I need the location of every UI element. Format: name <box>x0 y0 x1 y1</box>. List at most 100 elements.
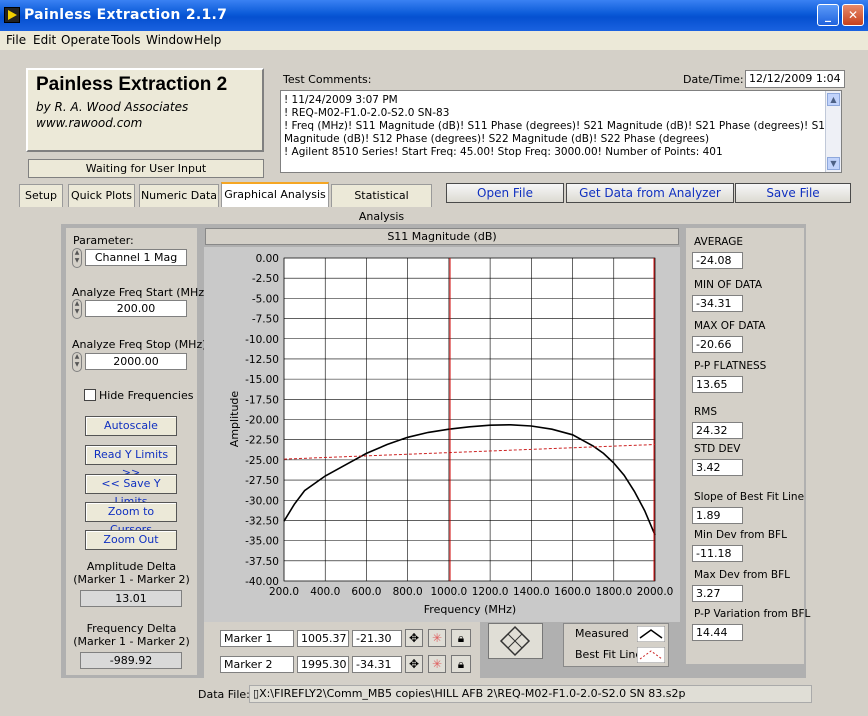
amplitude-delta-label: Amplitude Delta <box>86 560 177 573</box>
stat-label: AVERAGE <box>694 236 743 248</box>
x-tick-label: 1200.0 <box>472 586 509 598</box>
scroll-down-icon[interactable]: ▼ <box>827 157 840 170</box>
logo-author: by R. A. Wood Associates <box>36 100 189 114</box>
stop-freq-spinner-icon[interactable]: ▲ ▼ <box>72 352 82 372</box>
chart-title: S11 Magnitude (dB) <box>205 228 679 245</box>
stat-value: 3.27 <box>692 585 743 602</box>
app-icon <box>4 7 20 23</box>
legend-bestfit-label: Best Fit Line <box>575 648 643 661</box>
tab-setup[interactable]: Setup <box>19 184 63 207</box>
stat-value: 1.89 <box>692 507 743 524</box>
stat-label: Slope of Best Fit Line <box>694 491 805 503</box>
stop-freq-input[interactable]: 2000.00 <box>85 353 187 370</box>
amplitude-delta-sublabel: (Marker 1 - Marker 2) <box>73 573 190 586</box>
comment-line: ! 11/24/2009 3:07 PM <box>284 94 398 106</box>
y-axis-label: Amplitude <box>228 391 241 448</box>
hide-frequencies-label: Hide Frequencies <box>99 389 194 402</box>
scroll-up-icon[interactable]: ▲ <box>827 93 840 106</box>
comments-label: Test Comments: <box>283 73 372 86</box>
menu-help[interactable]: Help <box>194 33 221 47</box>
marker2-lock-icon[interactable]: 🔒︎ <box>451 655 471 673</box>
y-tick-label: -5.00 <box>252 293 279 305</box>
comments-scrollbar[interactable]: ▲ ▼ <box>825 91 841 172</box>
parameter-label: Parameter: <box>73 234 134 247</box>
frequency-delta-label: Frequency Delta <box>86 622 177 635</box>
chart[interactable]: 200.0 400.0 600.0 800.0 1000.0 1200.0 1400.0 16… <box>204 247 680 622</box>
marker2-amp: -34.31 <box>352 656 402 673</box>
start-freq-input[interactable]: 200.00 <box>85 300 187 317</box>
marker1-amp: -21.30 <box>352 630 402 647</box>
zoom-to-cursors-button[interactable]: Zoom to Cursors <box>85 502 177 536</box>
parameter-spinner-icon[interactable]: ▲ ▼ <box>72 248 82 268</box>
marker1-lock-icon[interactable]: 🔒︎ <box>451 629 471 647</box>
marker2-point-icon[interactable]: ✳ <box>428 655 446 673</box>
stat-value: 13.65 <box>692 376 743 393</box>
read-y-limits-button[interactable]: Read Y Limits >> <box>85 445 177 479</box>
hide-frequencies-checkbox[interactable] <box>84 389 96 401</box>
menu-operate[interactable]: Operate <box>61 33 110 47</box>
stat-value: -34.31 <box>692 295 743 312</box>
save-y-limits-button[interactable]: << Save Y Limits <box>85 474 177 508</box>
parameter-select[interactable]: Channel 1 Mag <box>85 249 187 266</box>
open-file-button[interactable]: Open File <box>446 183 564 203</box>
y-tick-label: -37.50 <box>245 556 279 568</box>
menu-tools[interactable]: Tools <box>111 33 141 47</box>
y-tick-label: -35.00 <box>245 536 279 548</box>
start-freq-spinner-icon[interactable]: ▲ ▼ <box>72 299 82 319</box>
stat-label: Min Dev from BFL <box>694 529 787 541</box>
tab-statistical-analysis[interactable]: Statistical Analysis <box>331 184 432 223</box>
y-tick-label: -7.50 <box>252 314 279 326</box>
stat-label: Max Dev from BFL <box>694 569 791 581</box>
y-tick-label: -20.00 <box>245 415 279 427</box>
y-tick-label: -2.50 <box>252 273 279 285</box>
y-tick-label: -27.50 <box>245 475 279 487</box>
stat-label: MIN OF DATA <box>694 279 763 291</box>
stat-value: -20.66 <box>692 336 743 353</box>
window-title: Painless Extraction 2.1.7 <box>24 7 228 23</box>
zoom-out-button[interactable]: Zoom Out <box>85 530 177 550</box>
marker2-name: Marker 2 <box>220 656 294 673</box>
stop-freq-label: Analyze Freq Stop (MHz) <box>72 338 207 351</box>
menu-window[interactable]: Window <box>146 33 193 47</box>
x-tick-label: 400.0 <box>310 586 340 598</box>
get-data-button[interactable]: Get Data from Analyzer <box>566 183 734 203</box>
x-tick-label: 800.0 <box>393 586 423 598</box>
frequency-delta-sublabel: (Marker 1 - Marker 2) <box>73 635 190 648</box>
marker1-point-icon[interactable]: ✳ <box>428 629 446 647</box>
menu-edit[interactable]: Edit <box>33 33 56 47</box>
marker1-freq: 1005.37 <box>297 630 349 647</box>
menu-file[interactable]: File <box>6 33 26 47</box>
y-tick-label: 0.00 <box>256 253 279 265</box>
y-tick-label: -15.00 <box>245 374 279 386</box>
minimize-button[interactable]: _ <box>817 4 839 26</box>
tab-numeric-data[interactable]: Numeric Data <box>139 184 219 207</box>
marker2-freq: 1995.30 <box>297 656 349 673</box>
tab-quick-plots[interactable]: Quick Plots <box>68 184 135 207</box>
amplitude-delta-value: 13.01 <box>80 590 182 607</box>
pan-navigation-pad[interactable] <box>488 623 543 659</box>
stat-label: MAX OF DATA <box>694 320 766 332</box>
stat-value: 24.32 <box>692 422 743 439</box>
title-bar: Painless Extraction 2.1.7 _ ✕ <box>0 0 868 31</box>
legend-measured-swatch <box>637 626 665 642</box>
menu-bar: File Edit Operate Tools Window Help <box>0 31 868 50</box>
comments-textarea[interactable]: ! 11/24/2009 3:07 PM ! REQ-M02-F1.0-2.0-… <box>280 90 842 173</box>
logo-title: Painless Extraction 2 <box>36 74 228 95</box>
autoscale-button[interactable]: Autoscale <box>85 416 177 436</box>
status-indicator: Waiting for User Input <box>28 159 264 178</box>
y-tick-label: -10.00 <box>245 334 279 346</box>
y-tick-label: -40.00 <box>245 576 279 588</box>
close-button[interactable]: ✕ <box>842 4 864 26</box>
logo-box: Painless Extraction 2 by R. A. Wood Asso… <box>26 68 264 152</box>
save-file-button[interactable]: Save File <box>735 183 851 203</box>
stat-value: -11.18 <box>692 545 743 562</box>
marker1-move-icon[interactable]: ✥ <box>405 629 423 647</box>
tab-graphical-analysis[interactable]: Graphical Analysis <box>221 182 329 207</box>
comment-line: ! Freq (MHz)! S11 Magnitude (dB)! S11 Ph… <box>284 120 832 132</box>
chart-legend: Measured Best Fit Line <box>563 623 669 667</box>
x-tick-label: 1800.0 <box>595 586 632 598</box>
datafile-label: Data File: <box>198 688 250 701</box>
marker1-name: Marker 1 <box>220 630 294 647</box>
marker2-move-icon[interactable]: ✥ <box>405 655 423 673</box>
x-tick-label: 1000.0 <box>431 586 468 598</box>
